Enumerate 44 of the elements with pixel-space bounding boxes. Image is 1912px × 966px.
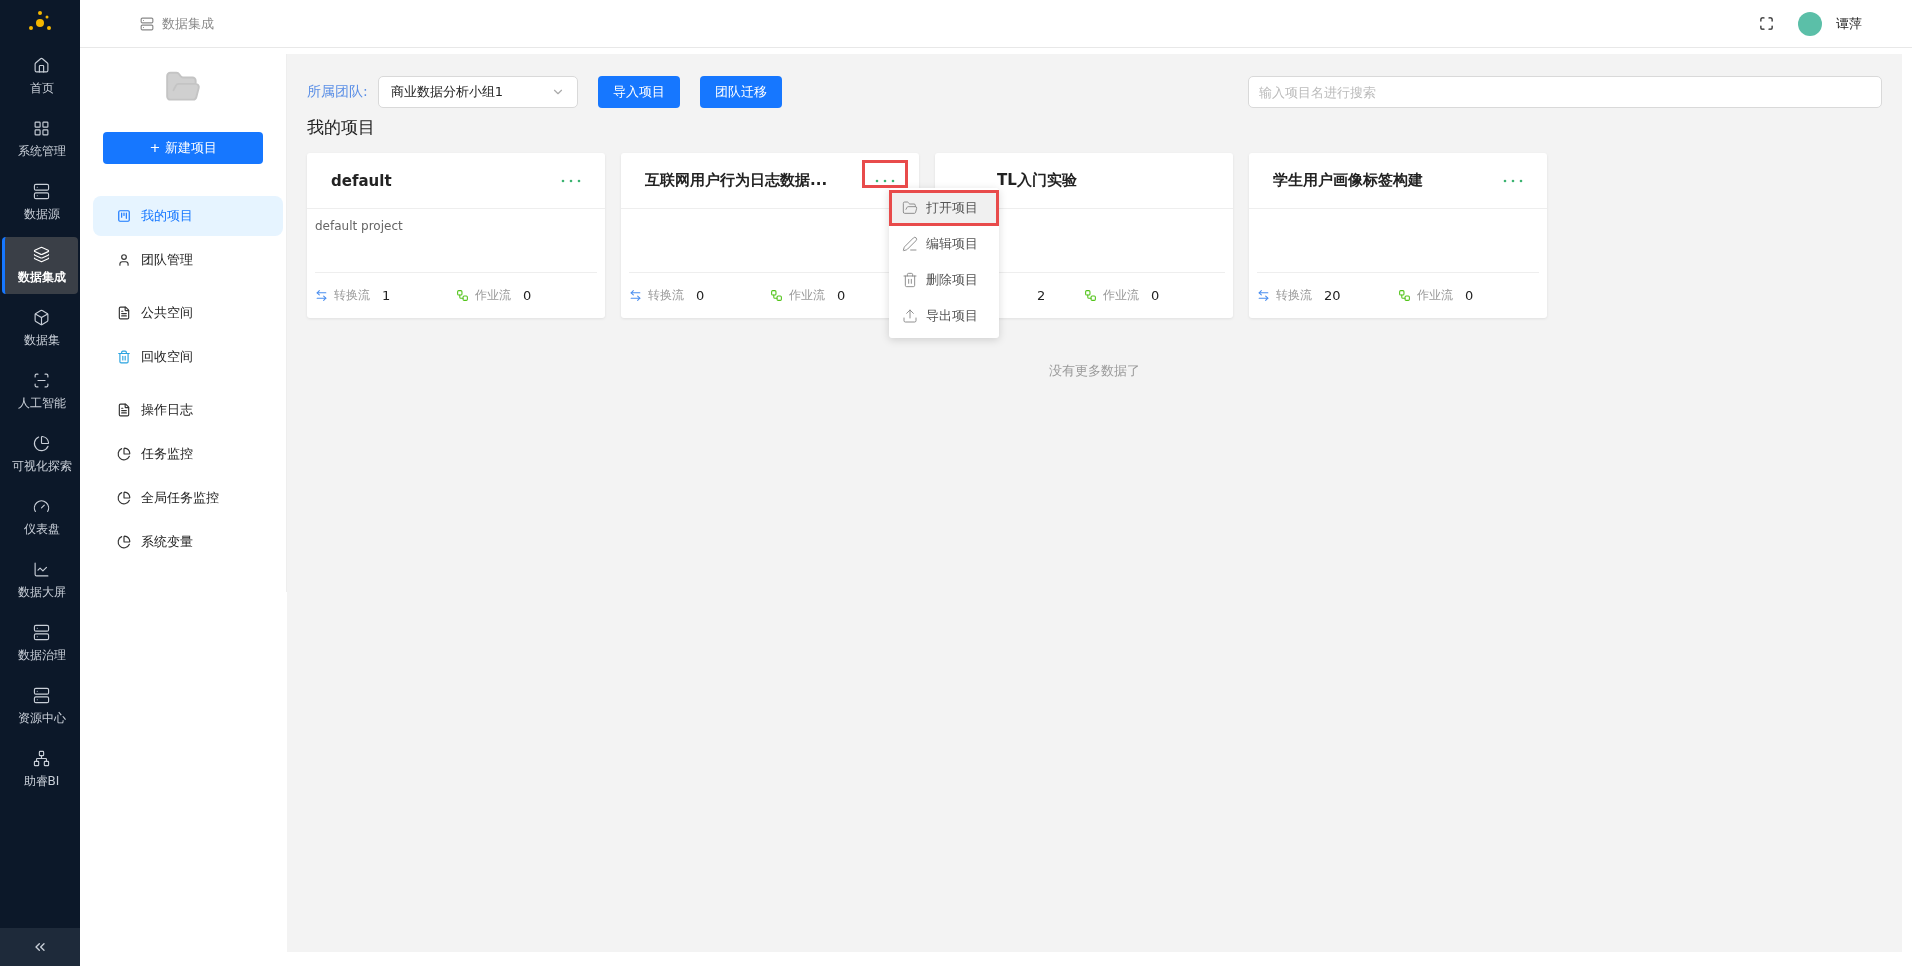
stat-value: 0 — [1465, 288, 1474, 303]
sidebar-label: 团队管理 — [141, 251, 193, 269]
project-title: 学生用户画像标签构建 — [1273, 171, 1423, 190]
breadcrumb: 数据集成 — [162, 14, 214, 33]
stat-label: 作业流 — [1417, 287, 1453, 304]
stat-label: 作业流 — [789, 287, 825, 304]
stat-label: 作业流 — [1103, 287, 1139, 304]
nav-label: 数据集 — [23, 331, 60, 349]
nav-label: 系统管理 — [17, 142, 66, 160]
stat-value: 20 — [1324, 288, 1341, 303]
section-title: 我的项目 — [307, 116, 376, 139]
nav-label: 数据治理 — [17, 646, 66, 664]
nav-label: 首页 — [29, 79, 54, 97]
sidebar-label: 我的项目 — [141, 207, 193, 225]
team-label: 所属团队: — [307, 83, 368, 101]
stat-value: 1 — [382, 288, 391, 303]
nav-label: 助睿BI — [23, 772, 60, 790]
sidebar-label: 操作日志 — [141, 401, 193, 419]
project-title: 互联网用户行为日志数据... — [645, 171, 828, 190]
stat-value: 0 — [523, 288, 532, 303]
stat-value: 0 — [696, 288, 705, 303]
nav-label: 人工智能 — [17, 394, 66, 412]
sidebar-label: 公共空间 — [141, 304, 193, 322]
stat-label: 作业流 — [475, 287, 511, 304]
project-title: default — [331, 171, 392, 190]
stat-label: 转换流 — [648, 287, 684, 304]
stat-value: 0 — [1151, 288, 1160, 303]
nav-label: 数据集成 — [17, 268, 66, 286]
stat-label: 转换流 — [334, 287, 370, 304]
stat-value: 0 — [837, 288, 846, 303]
nav-label: 数据源 — [23, 205, 60, 223]
no-more-data-text: 没有更多数据了 — [1048, 362, 1141, 380]
stat-label: 转换流 — [1276, 287, 1312, 304]
sidebar-label: 全局任务监控 — [141, 489, 219, 507]
sidebar-label: 回收空间 — [141, 348, 193, 366]
nav-label: 仪表盘 — [23, 520, 60, 538]
nav-label: 数据大屏 — [17, 583, 66, 601]
sidebar-label: 系统变量 — [141, 533, 193, 551]
nav-label: 资源中心 — [17, 709, 66, 727]
sidebar-label: 任务监控 — [141, 445, 193, 463]
stat-value: 2 — [1037, 288, 1046, 303]
project-title: TL入门实验 — [997, 171, 1077, 190]
nav-label: 可视化探索 — [11, 457, 72, 475]
project-description: default project — [315, 219, 403, 233]
